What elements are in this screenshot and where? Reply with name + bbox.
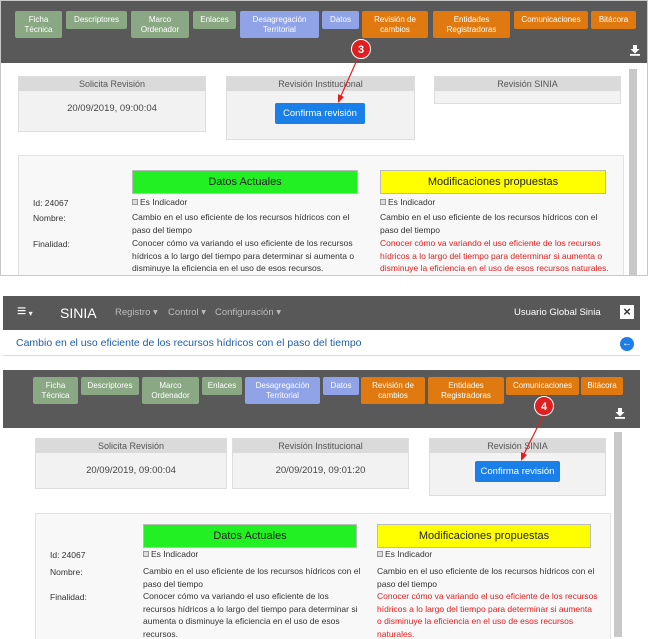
title-bar: Cambio en el uso eficiente de los recurs… [3, 330, 640, 356]
es-indicador-proposed: Es Indicador [380, 197, 435, 207]
es-indicador-text: Es Indicador [388, 197, 436, 207]
checkbox-icon [380, 199, 386, 205]
nombre-current: Cambio en el uso eficiente de los recurs… [143, 566, 361, 589]
step-badge-4: 4 [534, 396, 554, 416]
brand[interactable]: SINIA [60, 305, 97, 321]
download-icon[interactable] [614, 407, 626, 422]
tab-enlaces[interactable]: Enlaces [193, 11, 236, 29]
finalidad-label: Finalidad: [50, 592, 87, 602]
tab-bitacora[interactable]: Bitácora [581, 377, 623, 395]
tab-descriptores[interactable]: Descriptores [66, 11, 127, 29]
finalidad-proposed: Conocer cómo va variando el uso eficient… [380, 238, 609, 273]
modificaciones-header: Modificaciones propuestas [377, 524, 591, 548]
id-label: Id: 24067 [33, 198, 69, 208]
tab-descriptores[interactable]: Descriptores [81, 377, 139, 395]
solicita-revision-box: Solicita Revisión 20/09/2019, 09:00:04 [35, 438, 227, 489]
tab-ficha-tecnica[interactable]: Ficha Técnica [33, 377, 78, 404]
revision-institucional-box: Revisión Institucional 20/09/2019, 09:01… [232, 438, 409, 489]
nav-control[interactable]: Control ▾ [168, 307, 206, 318]
download-icon[interactable] [629, 44, 641, 59]
tab-ficha-tecnica[interactable]: Ficha Técnica [15, 11, 62, 38]
tab-desagregacion[interactable]: Desagregación Territorial [245, 377, 320, 404]
back-arrow-icon[interactable]: ← [620, 337, 634, 351]
page-title: Cambio en el uso eficiente de los recurs… [16, 337, 362, 349]
tab-bitacora[interactable]: Bitácora [591, 11, 636, 29]
tab-revision-cambios[interactable]: Revisión de cambios [361, 377, 425, 404]
finalidad-current: Conocer cómo va variando el uso eficient… [132, 238, 355, 273]
nav-configuracion[interactable]: Configuración ▾ [215, 307, 281, 318]
tab-marco-ordenador[interactable]: Marco Ordenador [131, 11, 189, 38]
es-indicador-text: Es Indicador [385, 549, 433, 559]
scrollbar[interactable] [629, 69, 637, 275]
nombre-label: Nombre: [50, 567, 83, 577]
es-indicador-current: Es Indicador [132, 197, 187, 207]
tab-datos[interactable]: Datos [322, 11, 359, 29]
revision-sinia-title: Revisión SINIA [435, 77, 620, 91]
tab-datos[interactable]: Datos [323, 377, 359, 395]
tab-comunicaciones[interactable]: Comunicaciones [514, 11, 588, 29]
nombre-proposed: Cambio en el uso eficiente de los recurs… [380, 212, 598, 235]
data-comparison-card: Datos Actuales Modificaciones propuestas… [35, 513, 611, 639]
data-comparison-card: Datos Actuales Modificaciones propuestas… [18, 155, 624, 275]
es-indicador-text: Es Indicador [151, 549, 199, 559]
nombre-label: Nombre: [33, 213, 66, 223]
user-name[interactable]: Usuario Global Sinia [514, 307, 601, 318]
finalidad-current: Conocer cómo va variando el uso eficient… [143, 591, 358, 639]
es-indicador-text: Es Indicador [140, 197, 188, 207]
bottom-panel: ≡ ▾ SINIA Registro ▾ Control ▾ Configura… [3, 296, 640, 639]
solicita-revision-date: 20/09/2019, 09:00:04 [67, 103, 157, 114]
checkbox-icon [377, 551, 383, 557]
close-icon[interactable]: × [620, 305, 634, 319]
revision-institucional-date: 20/09/2019, 09:01:20 [275, 465, 366, 476]
revision-institucional-title: Revisión Institucional [233, 439, 408, 453]
tab-entidades[interactable]: Entidades Registradoras [428, 377, 504, 404]
revision-sinia-box: Revisión SINIA [434, 76, 621, 104]
checkbox-icon [143, 551, 149, 557]
datos-actuales-header: Datos Actuales [132, 170, 358, 194]
nombre-proposed: Cambio en el uso eficiente de los recurs… [377, 566, 595, 589]
tab-bar: Ficha Técnica Descriptores Marco Ordenador… [1, 1, 647, 63]
checkbox-icon [132, 199, 138, 205]
solicita-revision-box: Solicita Revisión 20/09/2019, 09:00:04 [18, 76, 206, 132]
solicita-revision-title: Solicita Revisión [19, 77, 205, 91]
revision-institucional-title: Revisión Institucional [227, 77, 414, 91]
es-indicador-current: Es Indicador [143, 549, 198, 559]
tab-comunicaciones[interactable]: Comunicaciones [506, 377, 579, 395]
datos-actuales-header: Datos Actuales [143, 524, 357, 548]
scrollbar[interactable] [614, 432, 622, 637]
modificaciones-header: Modificaciones propuestas [380, 170, 606, 194]
tab-desagregacion[interactable]: Desagregación Territorial [240, 11, 319, 38]
tab-entidades[interactable]: Entidades Registradoras [433, 11, 510, 38]
navbar: ≡ ▾ SINIA Registro ▾ Control ▾ Configura… [3, 296, 640, 330]
hamburger-menu-icon[interactable]: ≡ ▾ [17, 303, 33, 321]
solicita-revision-date: 20/09/2019, 09:00:04 [86, 465, 176, 476]
tab-enlaces[interactable]: Enlaces [202, 377, 242, 395]
top-panel: Ficha Técnica Descriptores Marco Ordenador… [0, 0, 648, 276]
finalidad-label: Finalidad: [33, 239, 70, 249]
nombre-current: Cambio en el uso eficiente de los recurs… [132, 212, 350, 235]
tab-revision-cambios[interactable]: Revisión de cambios [362, 11, 428, 38]
es-indicador-proposed: Es Indicador [377, 549, 432, 559]
finalidad-proposed: Conocer cómo va variando el uso eficient… [377, 591, 598, 639]
step-badge-3: 3 [351, 39, 371, 59]
solicita-revision-title: Solicita Revisión [36, 439, 226, 453]
nav-registro[interactable]: Registro ▾ [115, 307, 158, 318]
id-label: Id: 24067 [50, 550, 86, 560]
tab-marco-ordenador[interactable]: Marco Ordenador [142, 377, 199, 404]
